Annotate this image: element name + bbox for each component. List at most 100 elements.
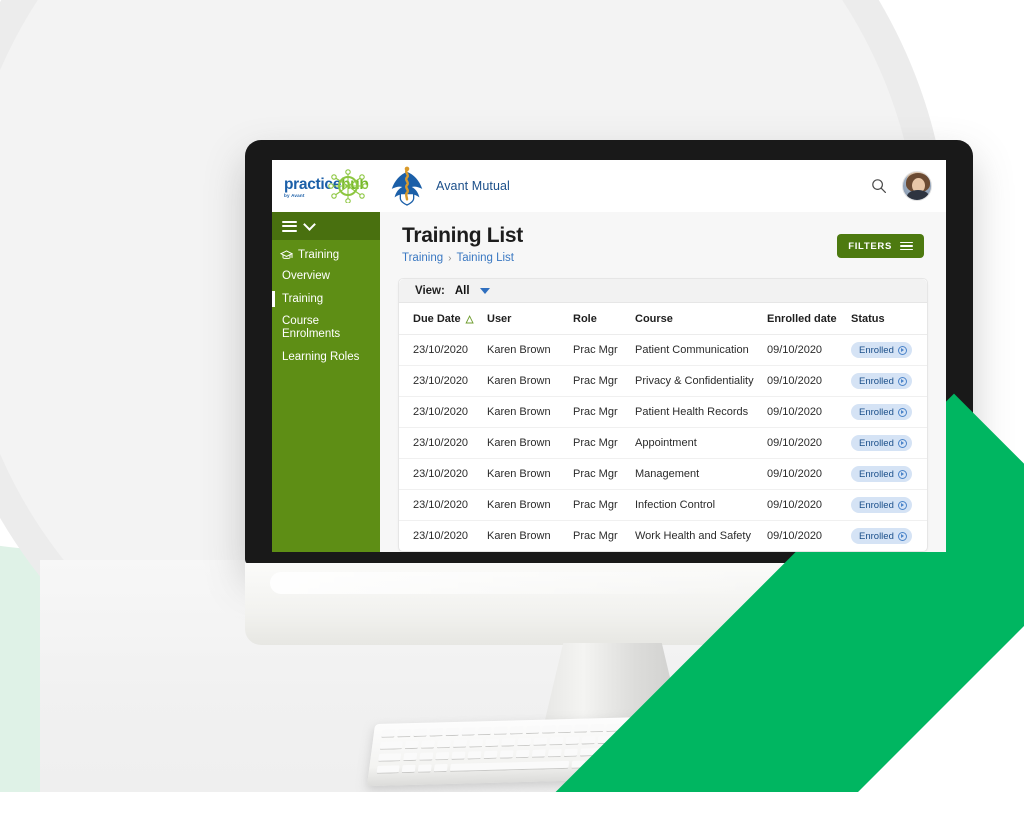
cell-due-date: 23/10/2020: [399, 489, 481, 521]
cell-enrolled-date: 09/10/2020: [761, 427, 845, 459]
status-badge-label: Enrolled: [859, 437, 894, 449]
status-badge[interactable]: Enrolled: [851, 528, 912, 544]
hamburger-icon[interactable]: [282, 220, 297, 232]
play-circle-icon[interactable]: [897, 345, 907, 355]
play-circle-icon[interactable]: [897, 438, 907, 448]
play-circle-icon[interactable]: [897, 469, 907, 479]
column-header-enrolled-date[interactable]: Enrolled date: [761, 303, 845, 335]
column-header-due-date[interactable]: Due Date △: [399, 303, 481, 335]
cell-course: Patient Communication: [629, 334, 761, 366]
cell-due-date: 23/10/2020: [399, 427, 481, 459]
status-badge[interactable]: Enrolled: [851, 466, 912, 482]
status-badge[interactable]: Enrolled: [851, 435, 912, 451]
table-body: 23/10/2020 Karen Brown Prac Mgr Patient Com…: [399, 334, 927, 552]
breadcrumb-current[interactable]: Taining List: [456, 252, 514, 264]
main-content: Training List Training › Taining List FI…: [380, 212, 946, 552]
avant-mutual-logo[interactable]: [386, 166, 428, 206]
cell-user: Karen Brown: [481, 334, 567, 366]
cell-due-date: 23/10/2020: [399, 334, 481, 366]
cell-status: Enrolled: [845, 458, 927, 490]
sidebar-toggle[interactable]: [272, 212, 380, 240]
sidebar-item-overview[interactable]: Overview: [272, 265, 380, 288]
status-badge[interactable]: Enrolled: [851, 404, 912, 420]
cell-role: Prac Mgr: [567, 427, 629, 459]
status-badge-label: Enrolled: [859, 375, 894, 387]
cell-status: Enrolled: [845, 521, 927, 552]
play-circle-icon[interactable]: [897, 531, 907, 541]
view-label: View:: [415, 284, 445, 297]
status-badge-label: Enrolled: [859, 406, 894, 418]
status-badge[interactable]: Enrolled: [851, 497, 912, 513]
caret-down-icon[interactable]: [479, 287, 490, 294]
cell-enrolled-date: 09/10/2020: [761, 489, 845, 521]
sidebar-section-training: Training: [272, 240, 380, 265]
status-badge[interactable]: Enrolled: [851, 342, 912, 358]
cell-due-date: 23/10/2020: [399, 396, 481, 428]
column-label: Due Date: [413, 313, 461, 325]
table-row[interactable]: 23/10/2020 Karen Brown Prac Mgr Patient Com…: [399, 334, 927, 366]
filter-lines-icon: [900, 241, 913, 251]
status-badge-label: Enrolled: [859, 344, 894, 356]
column-header-status[interactable]: Status: [845, 303, 927, 335]
status-badge-label: Enrolled: [859, 530, 894, 542]
status-badge-label: Enrolled: [859, 499, 894, 511]
app-body: Training Overview Training Course Enrolm…: [272, 212, 946, 552]
status-badge-label: Enrolled: [859, 468, 894, 480]
column-header-role[interactable]: Role: [567, 303, 629, 335]
table-row[interactable]: 23/10/2020 Karen Brown Prac Mgr Management 0…: [399, 458, 927, 490]
cell-user: Karen Brown: [481, 396, 567, 428]
search-icon[interactable]: [866, 173, 892, 199]
monitor-screen: practice hub by Avant Avant Mutual Train…: [272, 160, 946, 552]
practicehub-logo[interactable]: practice hub by Avant: [284, 168, 376, 204]
page-header: Training List Training › Taining List FI…: [380, 212, 946, 264]
play-circle-icon[interactable]: [897, 376, 907, 386]
play-circle-icon[interactable]: [897, 407, 907, 417]
app-topbar: practice hub by Avant Avant Mutual: [272, 160, 946, 212]
table-row[interactable]: 23/10/2020 Karen Brown Prac Mgr Infection C…: [399, 489, 927, 521]
cell-status: Enrolled: [845, 365, 927, 397]
cell-user: Karen Brown: [481, 365, 567, 397]
sidebar-item-learning-roles[interactable]: Learning Roles: [272, 346, 380, 369]
cell-role: Prac Mgr: [567, 334, 629, 366]
view-select-value[interactable]: All: [455, 285, 470, 297]
practicehub-app: practice hub by Avant Avant Mutual Train…: [272, 160, 946, 552]
column-header-course[interactable]: Course: [629, 303, 761, 335]
cell-role: Prac Mgr: [567, 365, 629, 397]
table-header-row: Due Date △ User Role Course Enrolled date…: [399, 303, 927, 335]
cell-course: Appointment: [629, 427, 761, 459]
breadcrumb-parent[interactable]: Training: [402, 252, 443, 264]
filters-button-label: FILTERS: [848, 240, 892, 252]
training-list-card: View: All Due Date △ User Role Course En…: [398, 278, 928, 552]
table-row[interactable]: 23/10/2020 Karen Brown Prac Mgr Work Health…: [399, 521, 927, 552]
avatar[interactable]: [902, 171, 932, 201]
table-row[interactable]: 23/10/2020 Karen Brown Prac Mgr Appointment…: [399, 427, 927, 459]
table-row[interactable]: 23/10/2020 Karen Brown Prac Mgr Patient Hea…: [399, 396, 927, 428]
play-circle-icon[interactable]: [897, 500, 907, 510]
status-badge[interactable]: Enrolled: [851, 373, 912, 389]
molecule-icon: [328, 169, 368, 203]
cell-due-date: 23/10/2020: [413, 530, 469, 542]
cell-course: Work Health and Safety: [635, 530, 751, 542]
chevron-down-icon[interactable]: [303, 217, 316, 231]
cell-due-date: 23/10/2020: [399, 365, 481, 397]
column-header-user[interactable]: User: [481, 303, 567, 335]
cell-enrolled-date: 09/10/2020: [761, 458, 845, 490]
background-bottom-strip: [0, 792, 1024, 832]
cell-enrolled-date: 09/10/2020: [761, 396, 845, 428]
cell-status: Enrolled: [845, 334, 927, 366]
filters-button[interactable]: FILTERS: [837, 234, 924, 258]
cell-course: Privacy & Confidentiality: [629, 365, 761, 397]
cell-enrolled-date: 09/10/2020: [761, 365, 845, 397]
cell-course: Infection Control: [629, 489, 761, 521]
sidebar-item-course-enrolments[interactable]: Course Enrolments: [272, 310, 380, 345]
avatar-body: [907, 190, 929, 200]
cell-user: Karen Brown: [481, 458, 567, 490]
graduation-cap-icon: [280, 249, 293, 259]
cell-course: Patient Health Records: [629, 396, 761, 428]
table-row[interactable]: 23/10/2020 Karen Brown Prac Mgr Privacy & C…: [399, 365, 927, 397]
cell-enrolled-date: 09/10/2020: [761, 334, 845, 366]
sidebar-item-training[interactable]: Training: [272, 288, 380, 311]
caret-up-icon: △: [465, 314, 474, 325]
cell-user: Karen Brown: [481, 427, 567, 459]
view-bar: View: All: [399, 279, 927, 303]
